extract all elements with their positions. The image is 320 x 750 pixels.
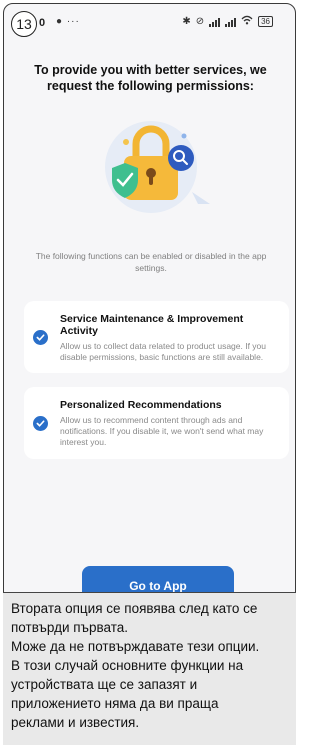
bluetooth-icon: ✱ [182, 16, 191, 27]
signal-icon [209, 17, 221, 27]
note-line: потвърди първата. [11, 620, 129, 635]
checkbox-checked-icon[interactable] [33, 330, 48, 345]
note-line: Втората опция се появява след като се [11, 601, 258, 616]
status-time: 0 [39, 17, 46, 29]
note-line: Може да не потвърждавате тези опции. [11, 639, 260, 654]
notification-icons: ● ··· [56, 16, 80, 27]
permission-title: Personalized Recommendations [60, 399, 222, 411]
permission-description: Allow us to collect data related to prod… [60, 341, 267, 362]
status-bar: 13 0 ● ··· ✱ ⊘ 36 [4, 4, 295, 48]
wifi-icon [241, 15, 253, 28]
status-right-icons: ✱ ⊘ 36 [182, 15, 273, 28]
settings-info-text: The following functions can be enabled o… [35, 251, 267, 273]
note-line: приложението няма да ви праща [11, 696, 219, 711]
permission-description: Allow us to recommend content through ad… [60, 415, 264, 447]
permission-title: Service Maintenance & Improvement Activi… [60, 313, 244, 337]
note-line: устройствата ще се запазят и [11, 677, 198, 692]
note-line: реклами и известия. [11, 715, 140, 730]
page-title: To provide you with better services, we … [34, 63, 267, 93]
privacy-lock-illustration [105, 121, 210, 213]
permission-card-personalized-recommendations[interactable]: Personalized Recommendations Allow us to… [24, 387, 289, 459]
caption-note: Втората опция се появява след като се по… [3, 592, 296, 745]
signal-icon [225, 17, 237, 27]
checkbox-checked-icon[interactable] [33, 416, 48, 431]
step-number-badge: 13 [11, 11, 37, 37]
note-line: В този случай основните функции на [11, 658, 244, 673]
permission-card-service-maintenance[interactable]: Service Maintenance & Improvement Activi… [24, 301, 289, 373]
alarm-icon: ⊘ [195, 16, 205, 27]
battery-icon: 36 [258, 16, 273, 27]
